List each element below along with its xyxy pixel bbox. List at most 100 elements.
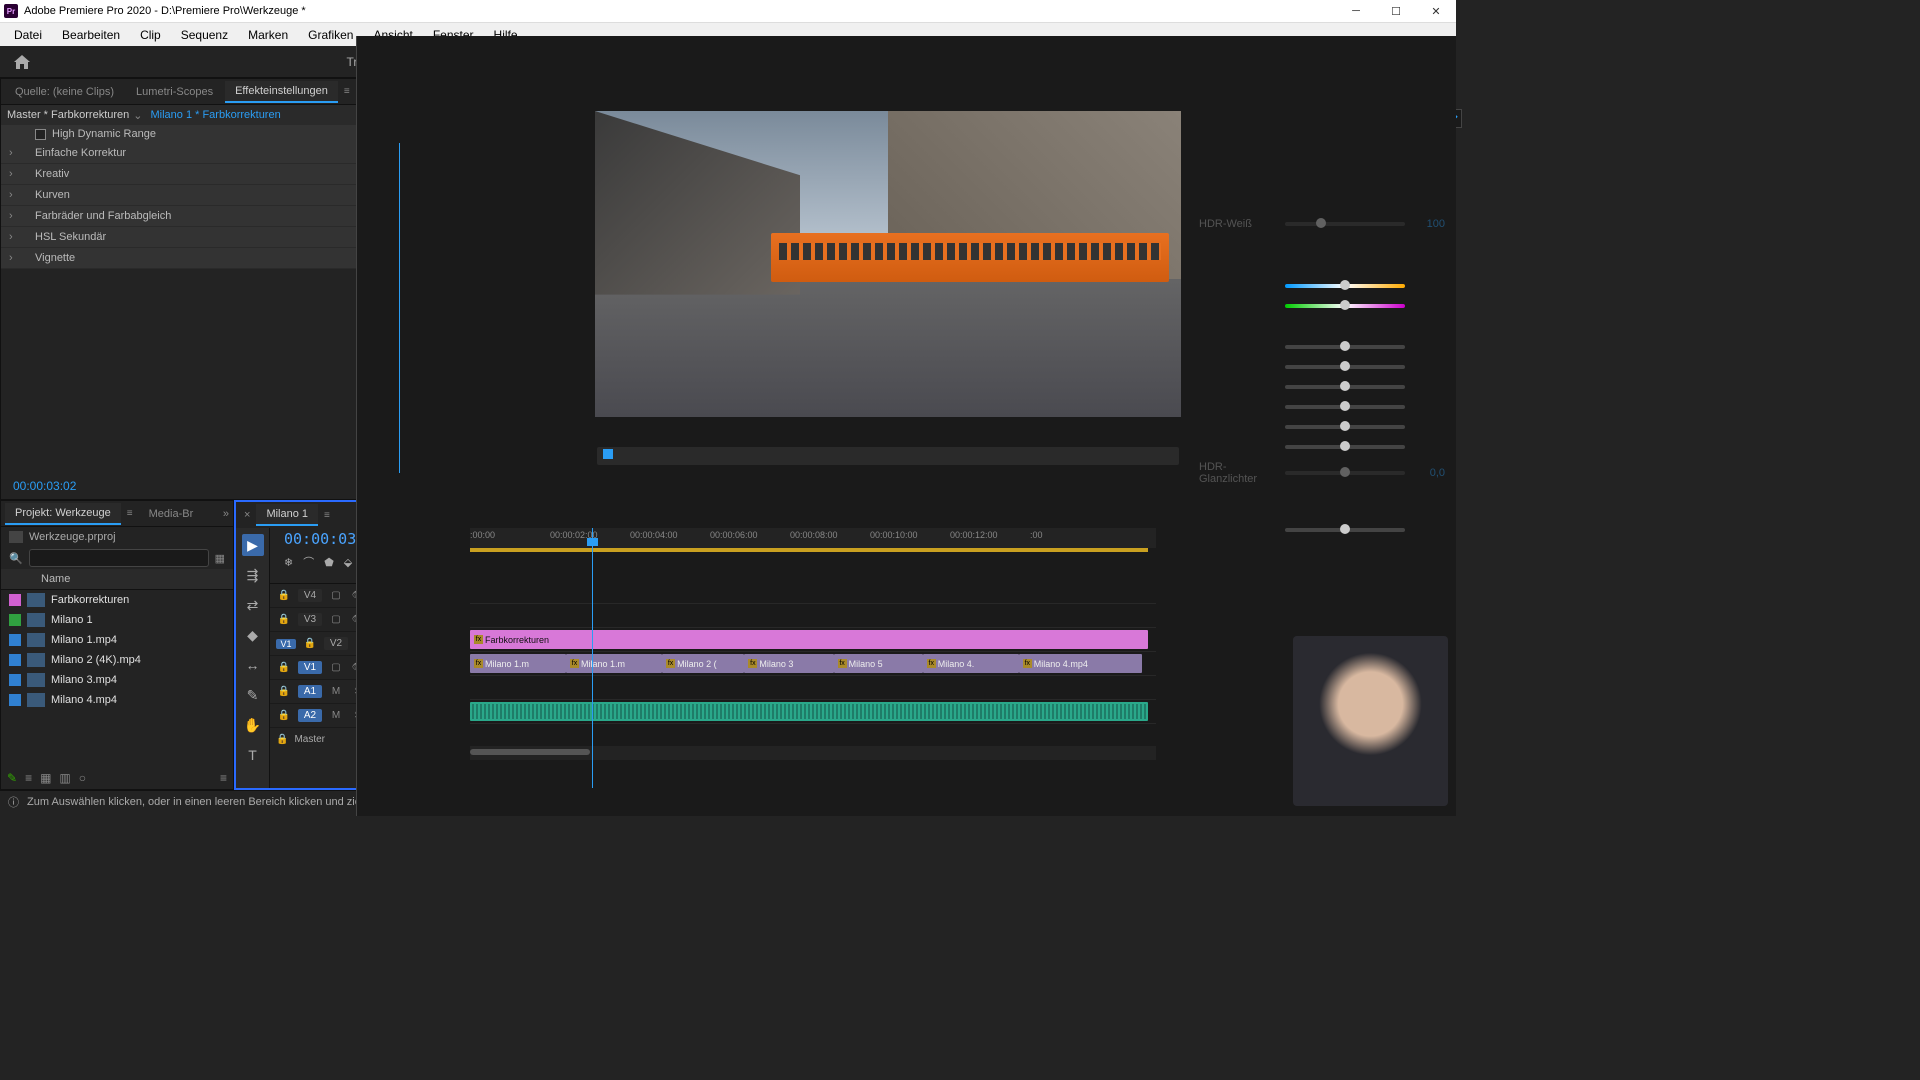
snap-icon[interactable]: ❄	[284, 556, 293, 569]
fx-row-curves[interactable]: ›Kurven	[1, 185, 356, 206]
tab-timeline[interactable]: Milano 1	[256, 504, 318, 526]
menu-grafiken[interactable]: Grafiken	[298, 24, 363, 46]
minimize-button[interactable]: ─	[1340, 1, 1372, 21]
label-swatch[interactable]	[9, 614, 21, 626]
track-v2-label[interactable]: V2	[324, 637, 348, 650]
fx-row-creative[interactable]: ›Kreativ	[1, 164, 356, 185]
selection-tool[interactable]: ▶	[242, 534, 264, 556]
label-swatch[interactable]	[9, 594, 21, 606]
ripple-tool[interactable]: ⇄	[242, 594, 264, 616]
lock-icon[interactable]: 🔒	[276, 589, 292, 603]
fx-keyframe-area[interactable]	[357, 143, 587, 473]
tab-lumetri-scopes[interactable]: Lumetri-Scopes	[126, 82, 223, 102]
tab-media-browser[interactable]: Media-Br	[139, 504, 204, 524]
video-clip[interactable]: fxMilano 1.m	[566, 654, 662, 673]
project-search-input[interactable]	[29, 549, 209, 567]
lock-icon[interactable]: 🔒	[276, 709, 292, 723]
program-scrubbar[interactable]	[597, 447, 1179, 465]
close-tab-icon[interactable]: ×	[240, 509, 254, 521]
pen-tool[interactable]: ✎	[242, 684, 264, 706]
adjustment-clip[interactable]: fxFarbkorrekturen	[470, 630, 1148, 649]
chevron-down-icon[interactable]: ⌄	[133, 109, 142, 122]
video-clip[interactable]: fxMilano 1.m	[470, 654, 566, 673]
lock-icon[interactable]: 🔒	[276, 734, 288, 745]
shadows-slider[interactable]	[1285, 405, 1405, 409]
fx-master-label[interactable]: Master * Farbkorrekturen	[7, 109, 129, 121]
video-clip[interactable]: fxMilano 3	[744, 654, 833, 673]
fx-row-vignette[interactable]: ›Vignette	[1, 248, 356, 269]
tab-source[interactable]: Quelle: (keine Clips)	[5, 82, 124, 102]
source-v1[interactable]: V1	[276, 639, 296, 649]
contrast-slider[interactable]	[1285, 365, 1405, 369]
project-item[interactable]: Milano 2 (4K).mp4	[1, 650, 233, 670]
track-v4-label[interactable]: V4	[298, 589, 322, 602]
tab-project[interactable]: Projekt: Werkzeuge	[5, 503, 121, 525]
project-item[interactable]: Farbkorrekturen	[1, 590, 233, 610]
add-marker-icon[interactable]: ⬙	[344, 556, 352, 569]
menu-sequenz[interactable]: Sequenz	[171, 24, 238, 46]
tab-effect-controls[interactable]: Effekteinstellungen	[225, 81, 338, 103]
lock-icon[interactable]: 🔒	[276, 613, 292, 627]
track-a2[interactable]	[470, 700, 1156, 724]
track-v1-label[interactable]: V1	[298, 661, 322, 674]
video-clip[interactable]: fxMilano 2 (	[662, 654, 744, 673]
h-scroll-thumb[interactable]	[470, 749, 590, 755]
pencil-icon[interactable]: ✎	[7, 771, 17, 785]
tint-slider[interactable]	[1285, 304, 1405, 308]
video-clip[interactable]: fxMilano 4.mp4	[1019, 654, 1142, 673]
list-view-icon[interactable]: ≡	[25, 771, 32, 785]
track-v1[interactable]: fxMilano 1.mfxMilano 1.mfxMilano 2 (fxMi…	[470, 652, 1156, 676]
zoom-slider-icon[interactable]: ○	[79, 771, 86, 785]
slip-tool[interactable]: ↔	[242, 654, 264, 676]
work-area-bar[interactable]	[470, 548, 1148, 552]
mute-video-icon[interactable]: ▢	[328, 613, 344, 627]
column-name-header[interactable]: Name	[1, 569, 233, 590]
mute-audio-icon[interactable]: M	[328, 709, 344, 723]
program-viewer[interactable]	[595, 111, 1181, 417]
type-tool[interactable]: T	[242, 744, 264, 766]
project-menu[interactable]: ≡	[123, 508, 137, 519]
timeline-playhead[interactable]	[592, 528, 593, 788]
fx-row-basic[interactable]: ›Einfache Korrektur	[1, 143, 356, 164]
timeline-content[interactable]: :00:0000:00:02:0000:00:04:0000:00:06:000…	[470, 528, 1156, 788]
hand-tool[interactable]: ✋	[242, 714, 264, 736]
whites-slider[interactable]	[1285, 425, 1405, 429]
blacks-slider[interactable]	[1285, 445, 1405, 449]
mute-audio-icon[interactable]: M	[328, 685, 344, 699]
timeline-h-scroll[interactable]	[470, 746, 1156, 760]
label-swatch[interactable]	[9, 634, 21, 646]
track-select-tool[interactable]: ⇶	[242, 564, 264, 586]
options-icon[interactable]: ≡	[220, 771, 227, 785]
tab-menu-icon[interactable]: ≡	[340, 86, 354, 97]
marker-icon[interactable]: ⬟	[324, 556, 334, 569]
track-a1[interactable]	[470, 676, 1156, 700]
label-swatch[interactable]	[9, 654, 21, 666]
razor-tool[interactable]: ◆	[242, 624, 264, 646]
menu-marken[interactable]: Marken	[238, 24, 298, 46]
icon-view-icon[interactable]: ▦	[40, 771, 51, 785]
tabs-overflow[interactable]: »	[223, 508, 229, 520]
saturation-slider[interactable]	[1285, 528, 1405, 532]
highlights-slider[interactable]	[1285, 385, 1405, 389]
mute-video-icon[interactable]: ▢	[328, 589, 344, 603]
track-v3[interactable]	[470, 604, 1156, 628]
audio-clip[interactable]	[470, 702, 1148, 721]
exposure-slider[interactable]	[1285, 345, 1405, 349]
search-icon[interactable]: 🔍	[9, 552, 23, 565]
video-clip[interactable]: fxMilano 4.	[923, 654, 1019, 673]
project-item[interactable]: Milano 3.mp4	[1, 670, 233, 690]
timeline-ruler[interactable]: :00:0000:00:02:0000:00:04:0000:00:06:000…	[470, 528, 1156, 548]
fx-current-time[interactable]: 00:00:03:02	[7, 475, 82, 497]
freeform-view-icon[interactable]: ▦	[215, 552, 225, 565]
lock-icon[interactable]: 🔒	[276, 685, 292, 699]
lock-icon[interactable]: 🔒	[302, 637, 318, 651]
fx-playhead[interactable]	[399, 143, 400, 473]
fx-row-hsl[interactable]: ›HSL Sekundär	[1, 227, 356, 248]
master-label[interactable]: Master	[294, 734, 325, 745]
temperature-slider[interactable]	[1285, 284, 1405, 288]
close-button[interactable]: ✕	[1420, 1, 1452, 21]
project-item[interactable]: Milano 1.mp4	[1, 630, 233, 650]
lock-icon[interactable]: 🔒	[276, 661, 292, 675]
label-swatch[interactable]	[9, 694, 21, 706]
project-item[interactable]: Milano 4.mp4	[1, 690, 233, 710]
